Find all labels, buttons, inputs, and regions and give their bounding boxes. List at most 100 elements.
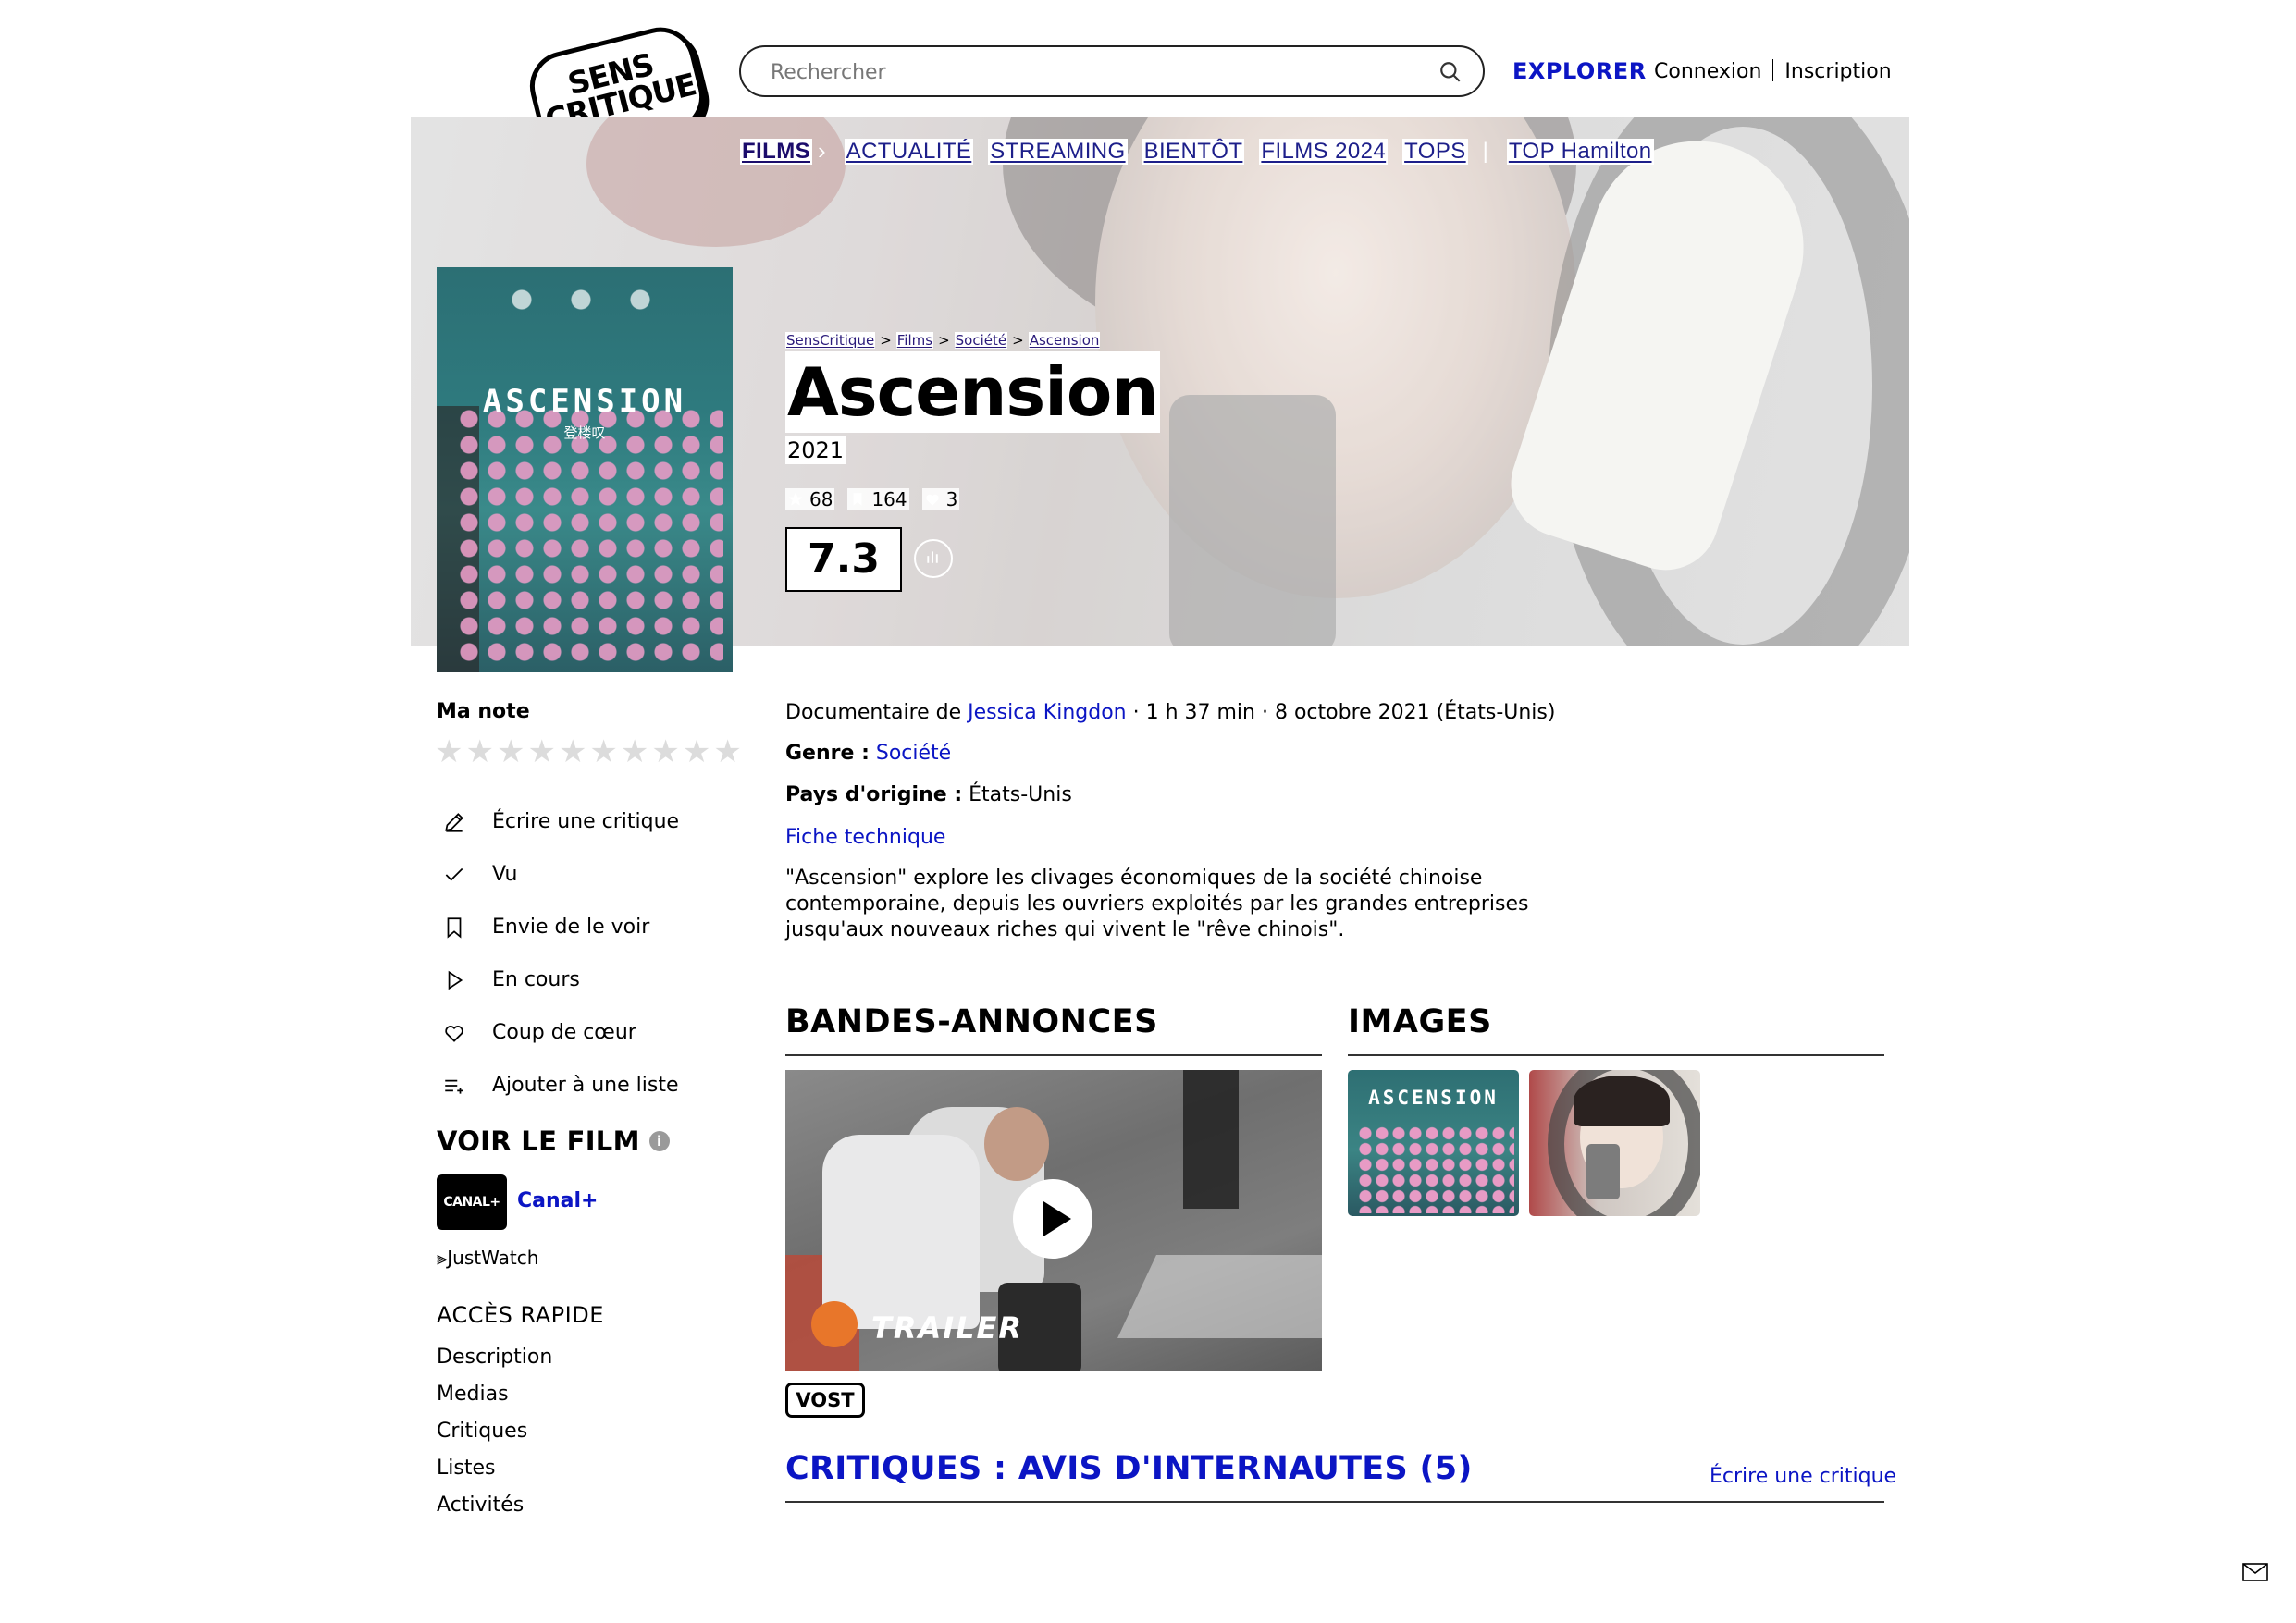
section-divider [785, 1501, 1884, 1503]
nav-bientot[interactable]: BIENTÔT [1142, 138, 1245, 165]
rating-stars[interactable]: ★ ★ ★ ★ ★ ★ ★ ★ ★ ★ [435, 736, 742, 768]
canal-plus-logo[interactable]: CANAL+ [437, 1174, 507, 1230]
thumbnail-shape [1574, 1076, 1670, 1126]
trailer-brand: TRAILER [871, 1310, 1024, 1346]
director-link[interactable]: Jessica Kingdon [968, 701, 1126, 724]
chevron-right-icon: › [818, 137, 826, 165]
poster-subtitle: 登楼叹 [563, 424, 606, 441]
canal-plus-link[interactable]: Canal+ [517, 1189, 598, 1212]
bar-chart-icon [927, 551, 938, 563]
average-score: 7.3 [785, 527, 902, 592]
technical-sheet-link[interactable]: Fiche technique [785, 826, 945, 849]
favorites-value: 3 [945, 488, 958, 510]
action-label: En cours [492, 968, 580, 991]
justwatch-icon: ⫸ [437, 1247, 448, 1269]
mail-icon[interactable] [2242, 1563, 2268, 1581]
breadcrumb-item[interactable]: SensCritique [785, 332, 876, 349]
heart-icon [445, 1025, 463, 1042]
score-distribution-button[interactable] [914, 539, 953, 578]
action-label: Ajouter à une liste [492, 1074, 679, 1097]
trailers-heading: BANDES-ANNONCES [785, 1003, 1158, 1040]
favorites-count: 3 [921, 488, 960, 510]
section-divider [1348, 1054, 1884, 1056]
rating-star-5[interactable]: ★ [559, 736, 586, 768]
watch-film-heading: VOIR LE FILM i [437, 1125, 670, 1157]
play-button[interactable] [1013, 1179, 1092, 1259]
rating-star-6[interactable]: ★ [589, 736, 617, 768]
nav-top-hamilton[interactable]: TOP Hamilton [1506, 138, 1654, 165]
ratings-value: 68 [809, 488, 833, 510]
nav-films-2024[interactable]: FILMS 2024 [1259, 138, 1389, 165]
genre-link[interactable]: Société [876, 742, 951, 765]
breadcrumb: SensCritique > Films > Société > Ascension [785, 332, 1101, 349]
thumbnail-shape [1586, 1144, 1620, 1199]
nav-streaming[interactable]: STREAMING [988, 138, 1128, 165]
images-heading: IMAGES [1348, 1003, 1492, 1040]
user-actions: Écrire une critique Vu Envie de le voir … [442, 795, 679, 1112]
poster-laurels [492, 288, 677, 312]
quick-link-medias[interactable]: Medias [437, 1380, 552, 1417]
film-genre: Genre : Société [785, 742, 951, 765]
reviews-heading[interactable]: CRITIQUES : AVIS D'INTERNAUTES (5) [785, 1450, 1473, 1487]
film-poster[interactable]: ASCENSION 登楼叹 [437, 267, 733, 672]
rating-star-4[interactable]: ★ [527, 736, 555, 768]
nav-films[interactable]: FILMS [740, 138, 812, 165]
quick-link-critiques[interactable]: Critiques [437, 1417, 552, 1454]
breadcrumb-item[interactable]: Ascension [1028, 332, 1101, 349]
search-input[interactable] [769, 55, 1401, 90]
image-thumbnail[interactable] [1529, 1070, 1700, 1216]
nav-divider: | [1482, 138, 1488, 164]
breadcrumb-item[interactable]: Films [895, 332, 934, 349]
film-stats: 68 164 3 [785, 488, 960, 510]
films-nav: FILMS › ACTUALITÉ STREAMING BIENTÔT FILM… [740, 137, 1669, 166]
list-add-icon [445, 1079, 463, 1094]
add-to-list-action[interactable]: Ajouter à une liste [442, 1059, 679, 1112]
quick-link-listes[interactable]: Listes [437, 1454, 552, 1491]
action-label: Coup de cœur [492, 1021, 636, 1044]
wishlist-action[interactable]: Envie de le voir [442, 901, 679, 953]
quick-link-description[interactable]: Description [437, 1343, 552, 1380]
film-year: 2021 [785, 436, 846, 464]
video-frame-shape [1183, 1070, 1239, 1209]
search-icon[interactable] [1438, 60, 1463, 84]
genre-label: Genre : [785, 742, 870, 765]
info-icon[interactable]: i [648, 1131, 670, 1151]
favorite-action[interactable]: Coup de cœur [442, 1006, 679, 1059]
write-review-link[interactable]: Écrire une critique [1710, 1465, 1896, 1488]
justwatch-logo[interactable]: ⫸JustWatch [437, 1247, 538, 1269]
rating-star-3[interactable]: ★ [497, 736, 525, 768]
breadcrumb-separator: > [880, 332, 892, 349]
rating-star-2[interactable]: ★ [465, 736, 493, 768]
ratings-count: 68 [785, 488, 835, 510]
nav-actualite[interactable]: ACTUALITÉ [844, 138, 974, 165]
poster-title: ASCENSION [482, 383, 687, 420]
quick-access-links: Description Medias Critiques Listes Acti… [437, 1343, 552, 1528]
trailer-brand-icon [811, 1301, 858, 1347]
nav-tops[interactable]: TOPS [1402, 138, 1468, 165]
in-progress-action[interactable]: En cours [442, 953, 679, 1006]
quick-link-activites[interactable]: Activités [437, 1491, 552, 1528]
wishlist-value: 164 [871, 488, 907, 510]
rating-star-9[interactable]: ★ [683, 736, 710, 768]
rating-star-8[interactable]: ★ [651, 736, 679, 768]
synopsis: "Ascension" explore les clivages économi… [785, 867, 1529, 941]
image-thumbnail[interactable]: ASCENSION [1348, 1070, 1519, 1216]
explorer-link[interactable]: EXPLORER [1512, 58, 1647, 84]
rating-star-1[interactable]: ★ [435, 736, 463, 768]
seen-action[interactable]: Vu [442, 848, 679, 901]
breadcrumb-item[interactable]: Société [954, 332, 1008, 349]
write-review-action[interactable]: Écrire une critique [442, 795, 679, 848]
divider [1772, 59, 1774, 81]
rating-star-7[interactable]: ★ [621, 736, 648, 768]
heart-icon [925, 494, 939, 506]
breadcrumb-separator: > [938, 332, 950, 349]
search-bar[interactable] [739, 45, 1485, 97]
login-link[interactable]: Connexion [1654, 60, 1761, 83]
my-rating-label: Ma note [437, 700, 530, 723]
signup-link[interactable]: Inscription [1784, 60, 1891, 83]
meta-type: Documentaire de [785, 701, 969, 724]
rating-star-10[interactable]: ★ [713, 736, 741, 768]
video-frame-shape [822, 1135, 980, 1329]
language-badge: VOST [785, 1383, 865, 1418]
thumbnail-pattern [1357, 1125, 1514, 1213]
